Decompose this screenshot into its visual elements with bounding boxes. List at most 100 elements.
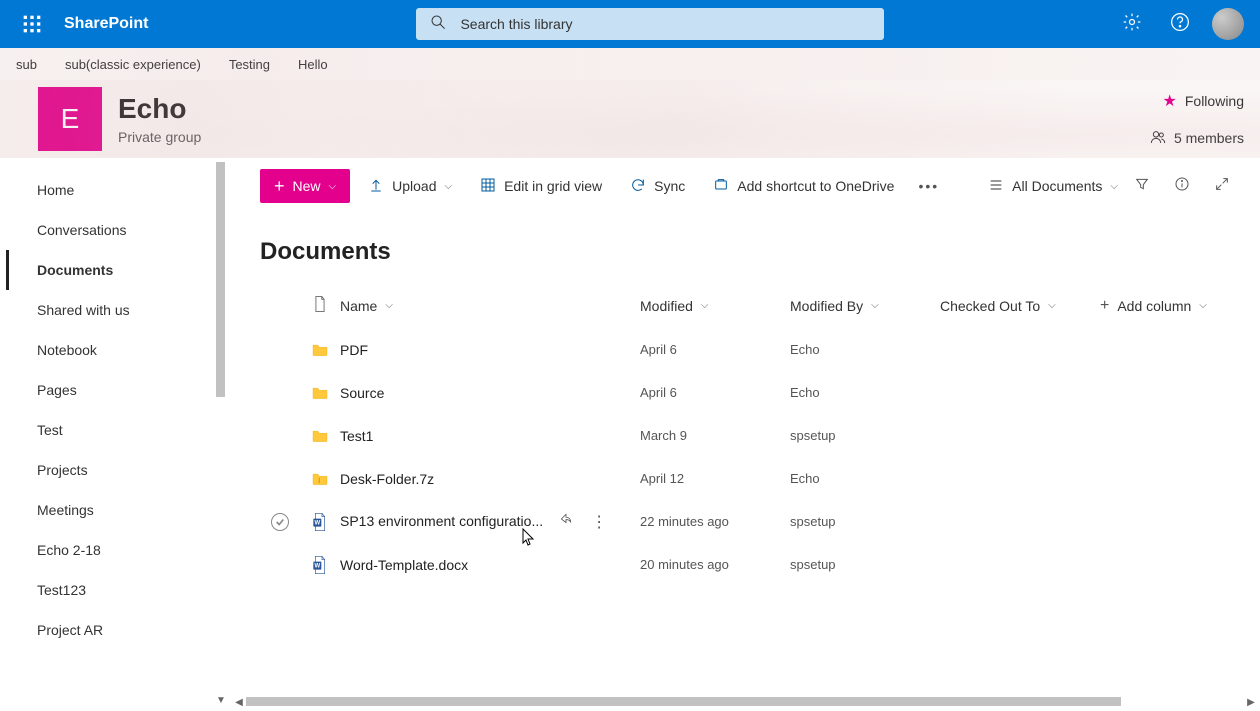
modifiedby-cell[interactable]: Echo [790, 342, 940, 357]
file-name[interactable]: Desk-Folder.7z [340, 471, 640, 487]
upload-button[interactable]: Upload ⌵ [358, 169, 462, 203]
file-type-icon: W [300, 555, 340, 575]
table-row[interactable]: WSP13 environment configuratio...⋮22 min… [260, 500, 1238, 543]
chevron-down-icon: ⌵ [1048, 300, 1056, 311]
site-title[interactable]: Echo [118, 93, 201, 125]
chevron-down-icon: ⌵ [385, 300, 393, 311]
view-selector[interactable]: All Documents ⌵ [988, 177, 1118, 196]
search-input[interactable] [460, 16, 870, 32]
scroll-down-arrow[interactable]: ▼ [214, 693, 228, 707]
file-name[interactable]: Source [340, 385, 640, 401]
chevron-down-icon: ⌵ [1199, 300, 1207, 311]
site-header: E Echo Private group ★ Following 5 membe… [0, 80, 1260, 158]
modifiedby-column-header[interactable]: Modified By⌵ [790, 298, 940, 314]
nav-link[interactable]: sub(classic experience) [65, 57, 201, 72]
sidebar-item[interactable]: Project AR [6, 610, 230, 650]
file-name[interactable]: SP13 environment configuratio...⋮ [340, 512, 640, 532]
follow-button[interactable]: ★ Following [1163, 91, 1244, 111]
more-icon[interactable]: ⋮ [591, 512, 607, 532]
filter-icon [1134, 176, 1150, 197]
sync-button[interactable]: Sync [620, 169, 695, 203]
file-type-icon: W [300, 512, 340, 532]
table-row[interactable]: Test1March 9spsetup [260, 414, 1238, 457]
sidebar-item[interactable]: Notebook [6, 330, 230, 370]
chevron-down-icon: ⌵ [329, 181, 337, 192]
table-row[interactable]: SourceApril 6Echo [260, 371, 1238, 414]
new-label: New [293, 178, 321, 194]
select-circle[interactable] [271, 513, 289, 531]
edit-grid-button[interactable]: Edit in grid view [470, 169, 612, 203]
scroll-thumb[interactable] [216, 162, 225, 397]
expand-button[interactable] [1206, 170, 1238, 202]
sidebar-item[interactable]: Home [6, 170, 230, 210]
table-row[interactable]: W Word-Template.docx20 minutes agospsetup [260, 543, 1238, 586]
sidebar-scrollbar[interactable]: ▼ [214, 162, 228, 707]
modified-column-header[interactable]: Modified⌵ [640, 298, 790, 314]
file-name[interactable]: Word-Template.docx [340, 557, 640, 573]
file-type-icon [300, 386, 340, 400]
search-icon [430, 14, 446, 35]
add-column-button[interactable]: + Add column⌵ [1100, 297, 1238, 315]
grid-icon [480, 177, 496, 196]
modifiedby-cell[interactable]: Echo [790, 471, 940, 486]
checkedout-column-header[interactable]: Checked Out To⌵ [940, 298, 1100, 314]
nav-link[interactable]: Hello [298, 57, 328, 72]
type-column-header[interactable] [300, 295, 340, 316]
modifiedby-cell[interactable]: spsetup [790, 514, 940, 529]
modified-cell: April 6 [640, 385, 790, 400]
settings-button[interactable] [1108, 0, 1156, 48]
nav-link[interactable]: Testing [229, 57, 270, 72]
more-icon: ••• [918, 178, 939, 194]
file-name[interactable]: PDF [340, 342, 640, 358]
modifiedby-cell[interactable]: spsetup [790, 557, 940, 572]
help-button[interactable] [1156, 0, 1204, 48]
modified-cell: 22 minutes ago [640, 514, 790, 529]
file-type-icon [300, 343, 340, 357]
sidebar-item[interactable]: Shared with us [6, 290, 230, 330]
scroll-right-arrow[interactable]: ▶ [1244, 695, 1258, 709]
sidebar-item[interactable]: Test [6, 410, 230, 450]
modifiedby-cell[interactable]: Echo [790, 385, 940, 400]
share-icon[interactable] [559, 512, 573, 532]
table-row[interactable]: PDFApril 6Echo [260, 328, 1238, 371]
horizontal-scrollbar[interactable]: ◀ ▶ [232, 695, 1258, 709]
info-button[interactable] [1166, 170, 1198, 202]
chevron-down-icon: ⌵ [701, 300, 709, 311]
sidebar-item[interactable]: Echo 2-18 [6, 530, 230, 570]
nav-link[interactable]: sub [16, 57, 37, 72]
filter-button[interactable] [1126, 170, 1158, 202]
file-icon [313, 295, 327, 316]
scroll-left-arrow[interactable]: ◀ [232, 695, 246, 709]
sidebar-item[interactable]: Projects [6, 450, 230, 490]
sidebar-item[interactable]: Pages [6, 370, 230, 410]
command-bar: + New ⌵ Upload ⌵ Edit in grid view Sync … [260, 158, 1238, 214]
suite-nav-bar: SharePoint [0, 0, 1260, 48]
sidebar-item[interactable]: Meetings [6, 490, 230, 530]
sidebar-item[interactable]: Documents [6, 250, 230, 290]
sidebar-item[interactable]: Test123 [6, 570, 230, 610]
overflow-button[interactable]: ••• [912, 169, 945, 203]
svg-text:W: W [314, 563, 320, 569]
chevron-down-icon: ⌵ [445, 181, 453, 192]
site-logo[interactable]: E [38, 87, 102, 151]
add-shortcut-button[interactable]: Add shortcut to OneDrive [703, 169, 904, 203]
library-title: Documents [260, 238, 1238, 266]
file-name[interactable]: Test1 [340, 428, 640, 444]
modified-cell: April 6 [640, 342, 790, 357]
brand-label[interactable]: SharePoint [56, 15, 156, 33]
table-row[interactable]: Desk-Folder.7zApril 12Echo [260, 457, 1238, 500]
modifiedby-cell[interactable]: spsetup [790, 428, 940, 443]
modified-cell: April 12 [640, 471, 790, 486]
plus-icon: + [1100, 297, 1109, 315]
app-launcher-button[interactable] [8, 0, 56, 48]
modified-cell: 20 minutes ago [640, 557, 790, 572]
search-box[interactable] [416, 8, 884, 40]
sidebar-item[interactable]: Conversations [6, 210, 230, 250]
new-button[interactable]: + New ⌵ [260, 169, 350, 203]
name-column-header[interactable]: Name⌵ [340, 298, 640, 314]
user-avatar[interactable] [1212, 8, 1244, 40]
members-button[interactable]: 5 members [1150, 129, 1244, 148]
upload-icon [368, 177, 384, 196]
star-icon: ★ [1163, 91, 1177, 111]
scroll-thumb[interactable] [246, 697, 1121, 706]
